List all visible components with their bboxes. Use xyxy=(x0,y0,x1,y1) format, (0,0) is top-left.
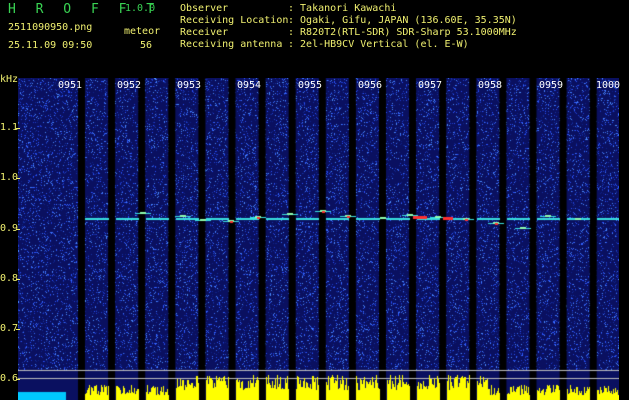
info-antenna-key: Receiving antenna xyxy=(180,39,283,50)
info-antenna-value: : 2el-HB9CV Vertical (el. E-W) xyxy=(288,39,469,50)
time-label: 0952 xyxy=(117,80,142,91)
time-label: 0951 xyxy=(58,80,83,91)
image-filename: 2511090950.png xyxy=(8,22,93,33)
y-tick-mark xyxy=(16,178,20,179)
time-label: 0958 xyxy=(478,80,503,91)
time-label: 0956 xyxy=(358,80,383,91)
info-location-value: : Ogaki, Gifu, JAPAN (136.60E, 35.35N) xyxy=(288,15,517,26)
info-observer-key: Observer xyxy=(180,3,229,14)
y-tick-mark xyxy=(16,279,20,280)
app-version: 1.0.0 xyxy=(125,3,156,14)
time-label: 0959 xyxy=(539,80,564,91)
observation-datetime: 25.11.09 09:50 xyxy=(8,40,93,51)
time-label: 1000 xyxy=(596,80,621,91)
time-label: 0953 xyxy=(177,80,202,91)
freq-unit-label: kHz xyxy=(0,74,19,85)
spectrogram-canvas xyxy=(18,78,619,400)
y-tick-mark xyxy=(16,329,20,330)
info-observer-value: : Takanori Kawachi xyxy=(288,3,397,14)
meteor-label: meteor xyxy=(124,26,161,37)
info-location-key: Receiving Location xyxy=(180,15,289,26)
time-label: 0957 xyxy=(418,80,443,91)
info-receiver-value: : R820T2(RTL-SDR) SDR-Sharp 53.1000MHz xyxy=(288,27,517,38)
time-label: 0954 xyxy=(237,80,262,91)
y-tick-mark xyxy=(16,379,20,380)
info-receiver-key: Receiver xyxy=(180,27,229,38)
time-label: 0955 xyxy=(298,80,323,91)
meteor-count: 56 xyxy=(140,40,153,51)
y-tick-mark xyxy=(16,128,20,129)
y-tick-mark xyxy=(16,229,20,230)
